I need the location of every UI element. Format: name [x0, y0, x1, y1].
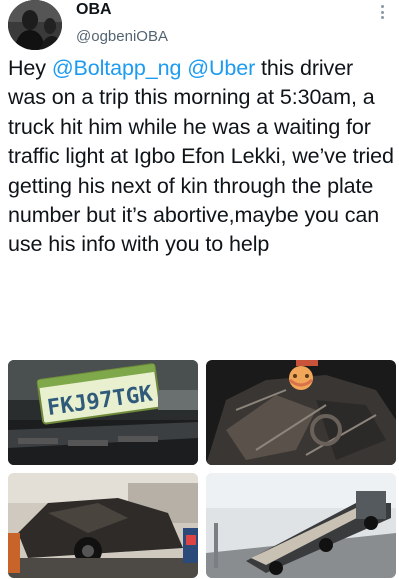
photo-wreck-on-tow-truck[interactable]	[8, 473, 198, 578]
more-vertical-icon[interactable]	[375, 4, 389, 20]
user-handle[interactable]: @ogbeniOBA	[76, 27, 168, 47]
tweet-header: OBA @ogbeniOBA	[0, 0, 399, 52]
photo-crushed-interior[interactable]	[206, 360, 396, 465]
photo-license-plate[interactable]: FKJ97TGK	[8, 360, 198, 465]
photo-truck-on-road[interactable]	[206, 473, 396, 578]
mention-boltapp-link[interactable]: @Boltapp_ng	[52, 56, 182, 80]
tweet-media-grid: FKJ97TGK	[8, 360, 398, 578]
display-name[interactable]: OBA	[76, 0, 112, 20]
tweet-text-segment: this driver was on a trip this morning a…	[8, 56, 394, 257]
mention-uber-link[interactable]: @Uber	[187, 56, 255, 80]
tweet-text-segment: Hey	[8, 56, 52, 80]
tweet-text: Hey @Boltapp_ng @Uber this driver was on…	[8, 54, 396, 260]
avatar[interactable]	[8, 0, 62, 50]
